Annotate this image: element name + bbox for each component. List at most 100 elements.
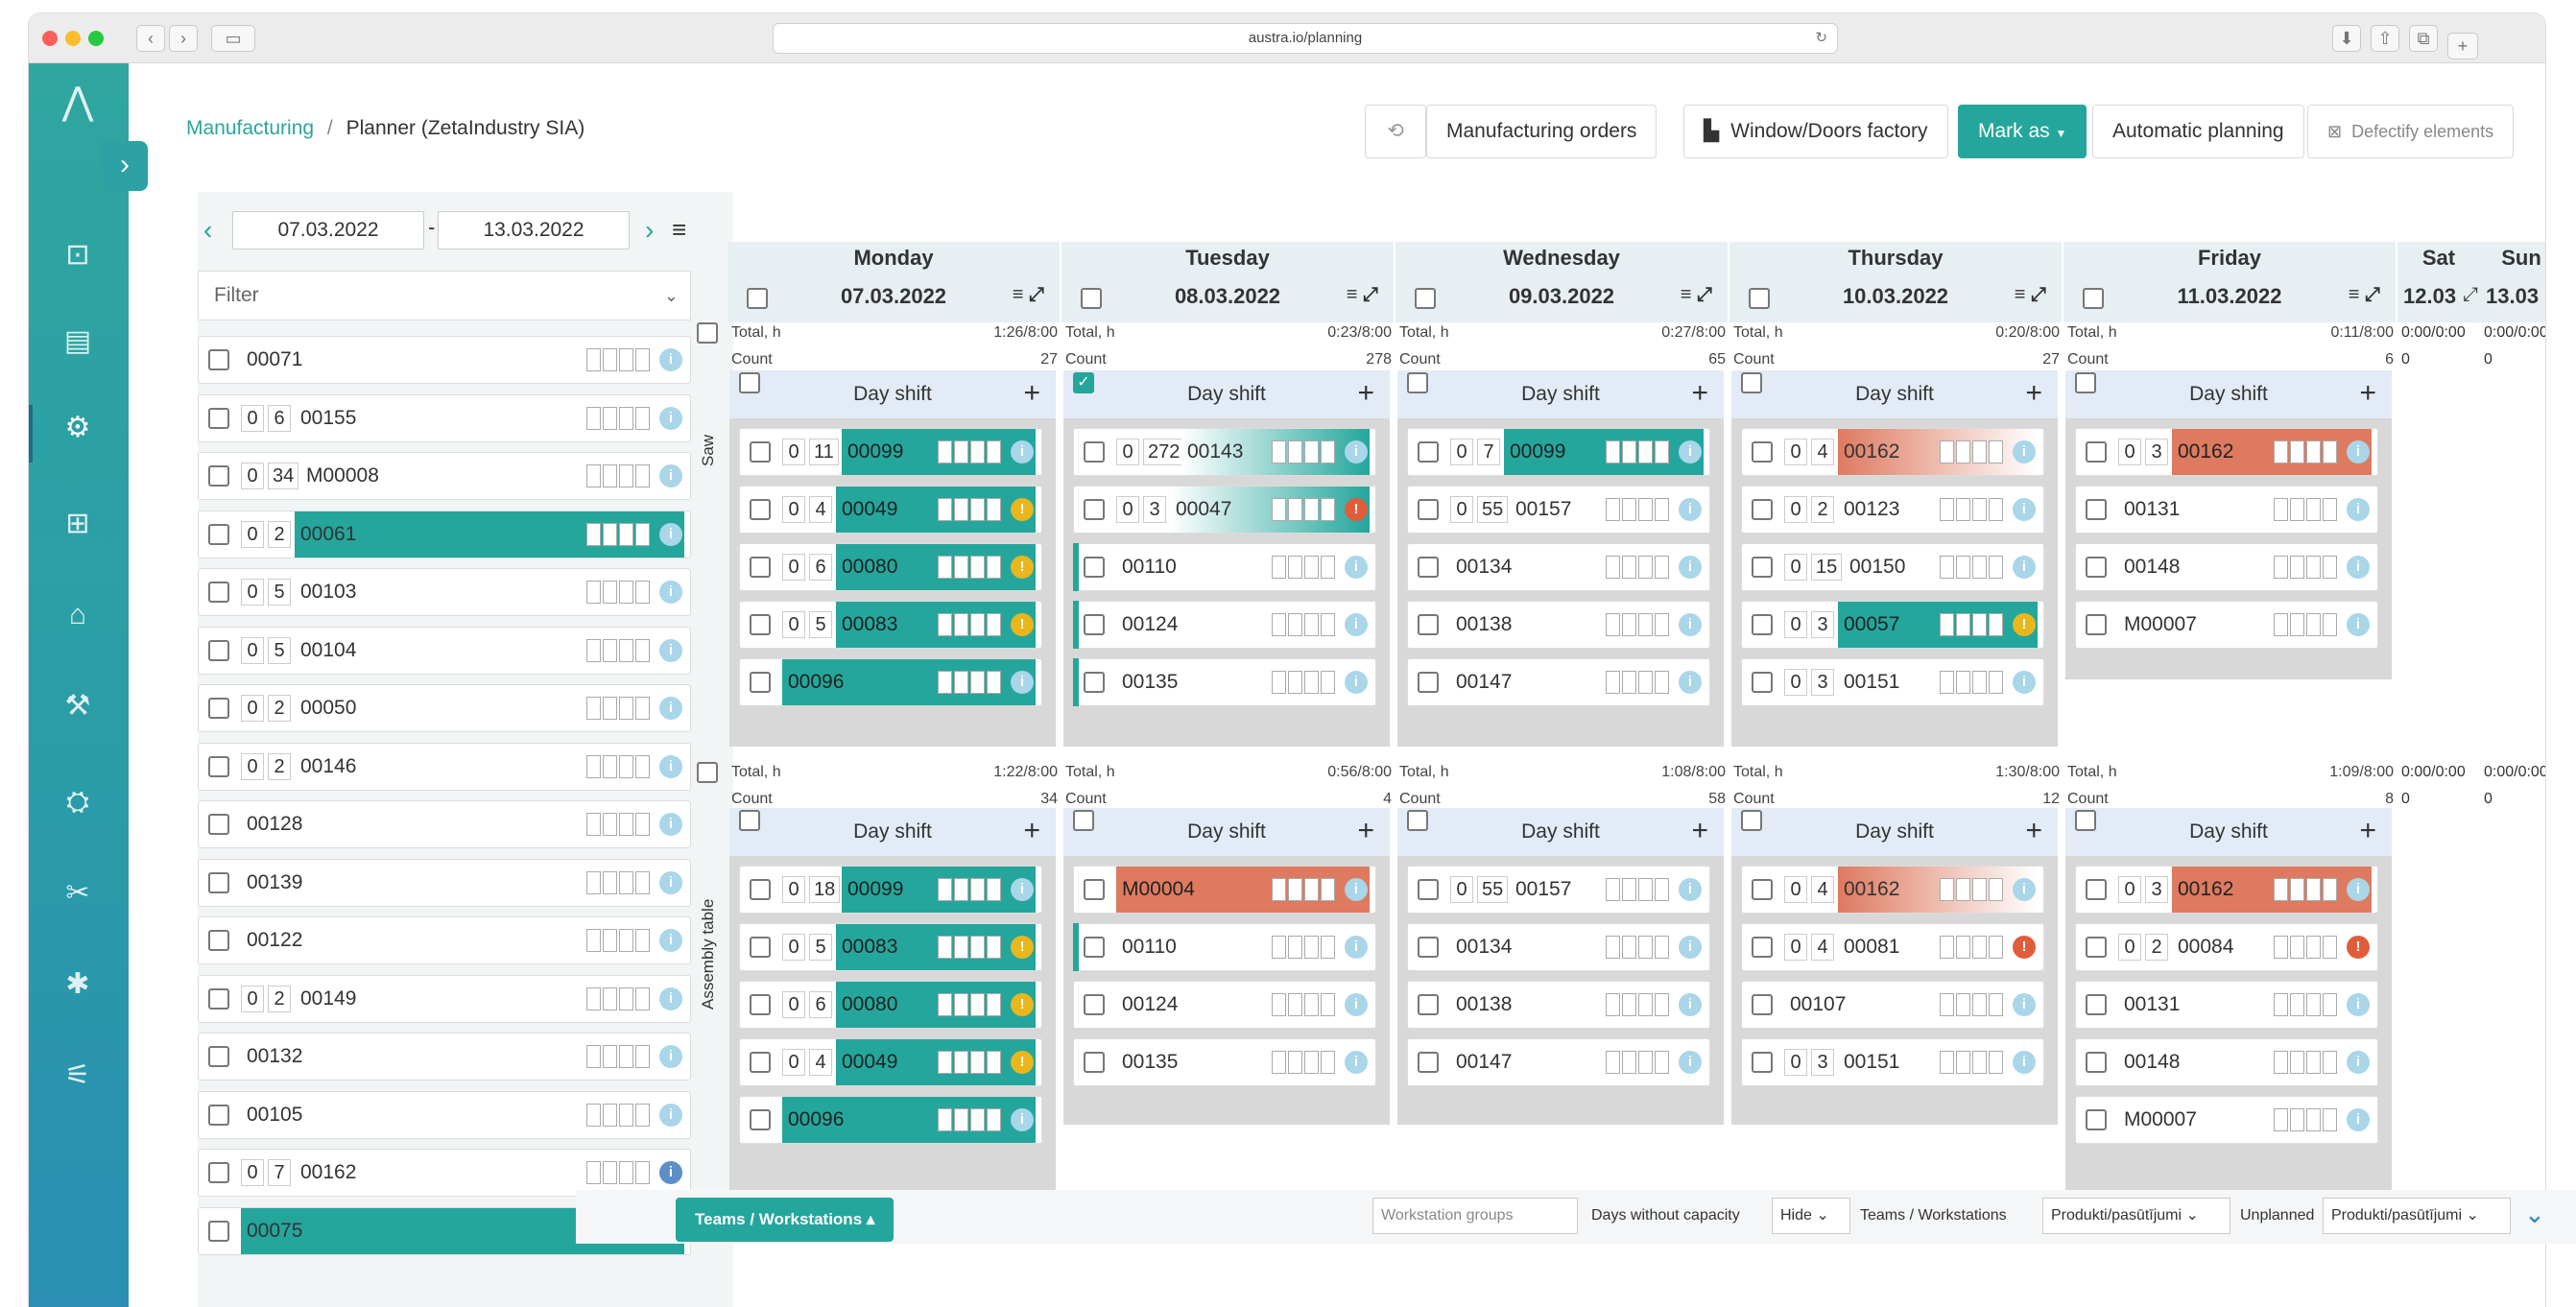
order-code[interactable]: 00080 bbox=[836, 982, 1036, 1028]
day-menu-icon[interactable]: ≡ ⤢ bbox=[1347, 284, 1378, 306]
breadcrumb-manufacturing[interactable]: Manufacturing bbox=[186, 117, 314, 139]
day-menu-icon[interactable]: ≡ ⤢ bbox=[1681, 284, 1712, 306]
info-icon[interactable]: ! bbox=[1011, 936, 1034, 959]
info-icon[interactable]: i bbox=[1345, 556, 1368, 579]
order-card[interactable]: 0 11 00099 i bbox=[739, 428, 1042, 476]
teams-workstations-button[interactable]: Teams / Workstations ▴ bbox=[676, 1198, 894, 1242]
order-card[interactable]: 0 5 00083! bbox=[739, 923, 1042, 971]
info-icon[interactable]: i bbox=[2013, 498, 2036, 521]
order-checkbox[interactable] bbox=[1418, 499, 1439, 520]
wrench-icon[interactable]: ⚟ bbox=[56, 1057, 100, 1095]
order-card[interactable]: 0 2 00061 i bbox=[198, 510, 691, 558]
manufacturing-orders-button[interactable]: Manufacturing orders bbox=[1426, 105, 1658, 158]
order-card[interactable]: 0 4 00162 i bbox=[1741, 866, 2044, 914]
order-checkbox[interactable] bbox=[208, 930, 229, 951]
new-tab-icon[interactable]: + bbox=[2447, 33, 2478, 59]
order-checkbox[interactable] bbox=[1752, 879, 1773, 900]
info-icon[interactable]: i bbox=[1345, 878, 1368, 901]
order-code[interactable]: 00151 bbox=[1838, 659, 2038, 705]
minimize-window-icon[interactable] bbox=[65, 31, 81, 46]
factory-button[interactable]: ▙ Window/Doors factory bbox=[1683, 105, 1948, 158]
order-code[interactable]: 00151 bbox=[1838, 1039, 2038, 1085]
order-code[interactable]: 00162 bbox=[1838, 429, 2038, 475]
hide-select[interactable]: Hide ⌄ bbox=[1772, 1198, 1850, 1234]
workstation-groups-input[interactable]: Workstation groups bbox=[1372, 1198, 1578, 1234]
order-code[interactable]: 00084 bbox=[2172, 924, 2372, 970]
order-code[interactable]: 00057 bbox=[1838, 602, 2038, 648]
date-from-input[interactable]: 07.03.2022 bbox=[232, 211, 424, 250]
info-icon[interactable]: i bbox=[1345, 936, 1368, 959]
info-icon[interactable]: i bbox=[2347, 440, 2370, 463]
order-code[interactable]: 00047 bbox=[1170, 487, 1370, 533]
order-card[interactable]: 00134 i bbox=[1407, 923, 1710, 971]
order-checkbox[interactable] bbox=[2086, 557, 2107, 578]
order-card[interactable]: 00147 i bbox=[1407, 1038, 1710, 1086]
order-checkbox[interactable] bbox=[1084, 994, 1105, 1015]
list-menu-icon[interactable]: ≡ bbox=[672, 215, 686, 245]
order-card[interactable]: 0 2 00146 i bbox=[198, 742, 691, 791]
order-card[interactable]: 00122 i bbox=[198, 916, 691, 964]
order-checkbox[interactable] bbox=[1752, 672, 1773, 693]
info-icon[interactable]: i bbox=[1011, 440, 1034, 463]
order-card[interactable]: 0 5 00104 i bbox=[198, 626, 691, 675]
order-card[interactable]: M00007 i bbox=[2075, 1096, 2378, 1144]
order-card[interactable]: 00134 i bbox=[1407, 543, 1710, 591]
order-checkbox[interactable] bbox=[1752, 994, 1773, 1015]
order-checkbox[interactable] bbox=[208, 465, 229, 487]
add-order-icon[interactable]: + bbox=[1691, 370, 1708, 416]
workstation-checkbox[interactable] bbox=[697, 322, 718, 344]
order-checkbox[interactable] bbox=[750, 672, 771, 693]
order-checkbox[interactable] bbox=[1418, 937, 1439, 958]
info-icon[interactable]: i bbox=[2347, 1108, 2370, 1131]
order-card[interactable]: 00138 i bbox=[1407, 601, 1710, 649]
day-menu-icon[interactable]: ≡ ⤢ bbox=[2349, 284, 2380, 306]
order-code[interactable]: 00123 bbox=[1838, 487, 2038, 533]
info-icon[interactable]: i bbox=[1679, 671, 1702, 694]
info-icon[interactable]: ! bbox=[2013, 613, 2036, 636]
info-icon[interactable]: i bbox=[1679, 993, 1702, 1016]
order-checkbox[interactable] bbox=[208, 407, 229, 429]
info-icon[interactable]: i bbox=[659, 870, 682, 894]
info-icon[interactable]: i bbox=[1345, 671, 1368, 694]
order-checkbox[interactable] bbox=[208, 871, 229, 893]
info-icon[interactable]: i bbox=[1679, 1051, 1702, 1074]
order-card[interactable]: 0 2 00050 i bbox=[198, 684, 691, 732]
order-card[interactable]: 0 34 M00008 i bbox=[198, 452, 691, 500]
order-checkbox[interactable] bbox=[2086, 994, 2107, 1015]
austra-logo-icon[interactable]: ⋀ bbox=[56, 83, 100, 121]
order-checkbox[interactable] bbox=[208, 523, 229, 545]
order-checkbox[interactable] bbox=[208, 582, 229, 603]
order-checkbox[interactable] bbox=[208, 1104, 229, 1126]
order-card[interactable]: 0 3 00047! bbox=[1073, 486, 1376, 534]
order-checkbox[interactable] bbox=[2086, 614, 2107, 635]
order-checkbox[interactable] bbox=[1418, 441, 1439, 463]
info-icon[interactable]: i bbox=[1679, 556, 1702, 579]
order-checkbox[interactable] bbox=[1752, 1052, 1773, 1073]
order-checkbox[interactable] bbox=[1084, 614, 1105, 635]
info-icon[interactable]: ! bbox=[1345, 498, 1368, 521]
order-card[interactable]: 00096 i bbox=[739, 658, 1042, 706]
order-card[interactable]: 0 4 00081! bbox=[1741, 923, 2044, 971]
order-card[interactable]: 0 4 00049! bbox=[739, 486, 1042, 534]
info-icon[interactable]: ! bbox=[2347, 936, 2370, 959]
order-code[interactable]: 00049 bbox=[836, 1039, 1036, 1085]
order-checkbox[interactable] bbox=[1084, 557, 1105, 578]
expand-icon[interactable]: ⤢ bbox=[2463, 284, 2478, 306]
info-icon[interactable]: i bbox=[2347, 993, 2370, 1016]
order-checkbox[interactable] bbox=[1752, 614, 1773, 635]
order-checkbox[interactable] bbox=[208, 1046, 229, 1067]
info-icon[interactable]: i bbox=[659, 1161, 682, 1184]
order-code[interactable]: 00080 bbox=[836, 544, 1036, 590]
order-checkbox[interactable] bbox=[208, 1162, 229, 1183]
order-card[interactable]: 0 5 00103 i bbox=[198, 568, 691, 616]
info-icon[interactable]: i bbox=[2013, 878, 2036, 901]
order-card[interactable]: 00096 i bbox=[739, 1096, 1042, 1144]
order-card[interactable]: 0 6 00155 i bbox=[198, 393, 691, 442]
defectify-button[interactable]: ⊠ Defectify elements bbox=[2307, 105, 2515, 158]
order-card[interactable]: 0 55 00157 i bbox=[1407, 866, 1710, 914]
order-checkbox[interactable] bbox=[1752, 441, 1773, 463]
order-card[interactable]: 00147 i bbox=[1407, 658, 1710, 706]
add-order-icon[interactable]: + bbox=[1357, 370, 1374, 416]
order-card[interactable]: 0 5 00083! bbox=[739, 601, 1042, 649]
info-icon[interactable]: i bbox=[659, 348, 682, 371]
